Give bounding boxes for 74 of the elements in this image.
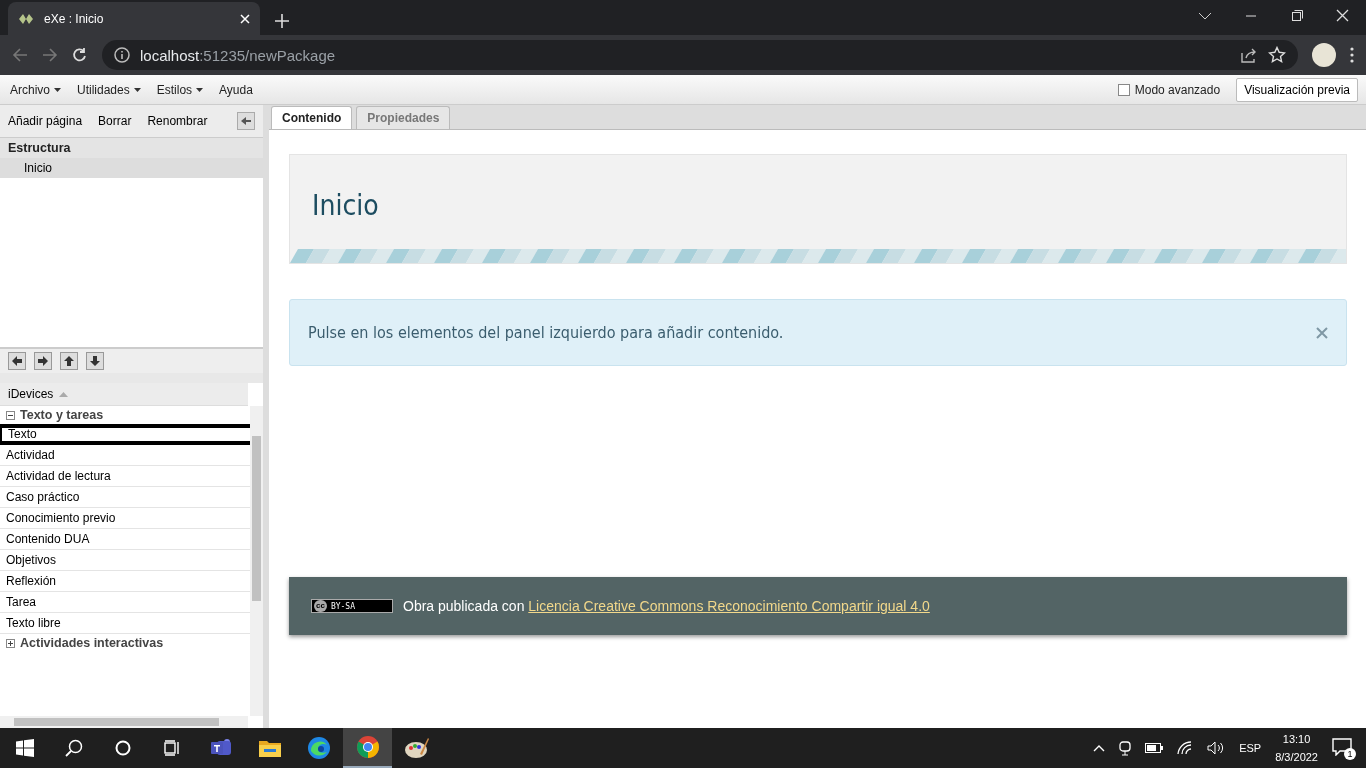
page-title: Inicio <box>312 188 379 222</box>
share-icon[interactable] <box>1240 47 1258 63</box>
menu-icon[interactable] <box>1350 47 1354 63</box>
search-icon[interactable] <box>64 739 83 757</box>
new-tab-icon[interactable] <box>274 13 290 29</box>
idevice-item[interactable]: Actividad de lectura <box>0 466 250 487</box>
idevice-item[interactable]: Tarea <box>0 592 250 613</box>
edge-icon[interactable] <box>306 736 331 760</box>
toolbar-button[interactable]: Renombrar <box>147 114 208 128</box>
browser-tab[interactable]: eXe : Inicio <box>8 2 260 35</box>
idevice-item[interactable]: Reflexión <box>0 571 250 592</box>
language-indicator[interactable]: ESP <box>1239 742 1262 754</box>
footer-text: Obra publicada con Licencia Creative Commons Reconocimiento Compartir igual 4.0 <box>403 598 930 614</box>
menu-item[interactable]: Archivo <box>10 82 50 97</box>
move-down-icon[interactable] <box>86 352 104 370</box>
tab-favicon-icon <box>18 12 34 25</box>
idevice-item[interactable]: Caso práctico <box>0 487 250 508</box>
menu-item[interactable]: Utilidades <box>77 82 130 97</box>
toolbar-button[interactable]: Borrar <box>98 114 132 128</box>
group-label[interactable]: Texto y tareas <box>20 408 104 422</box>
move-left-icon[interactable] <box>8 352 26 370</box>
cortana-icon[interactable] <box>114 740 131 756</box>
column-header[interactable]: iDevices <box>8 387 54 401</box>
volume-icon[interactable] <box>1207 741 1226 755</box>
star-icon[interactable] <box>1268 46 1286 64</box>
battery-icon[interactable] <box>1145 743 1164 753</box>
chevron-up-icon[interactable] <box>1093 744 1106 752</box>
checkbox[interactable] <box>1117 83 1130 96</box>
idevice-item[interactable]: Contenido DUA <box>0 529 250 550</box>
caret-icon[interactable] <box>54 87 61 92</box>
preview-button[interactable]: Visualización previa <box>1236 77 1358 102</box>
palette-icon[interactable] <box>403 736 430 760</box>
checkbox-label: Modo avanzado <box>1134 82 1221 97</box>
idevice-item[interactable]: Objetivos <box>0 550 250 571</box>
menu-item[interactable]: Estilos <box>156 82 193 97</box>
group-label[interactable]: Actividades interactivas <box>20 636 164 650</box>
idevice-item[interactable]: Conocimiento previo <box>0 508 250 529</box>
menu-item[interactable]: Ayuda <box>219 82 253 97</box>
tab[interactable]: Contenido <box>271 106 353 129</box>
forward-icon[interactable] <box>42 47 58 63</box>
wifi-icon[interactable] <box>1177 741 1194 755</box>
license-badge[interactable]: cc BY-SA <box>311 599 393 613</box>
info-icon[interactable] <box>114 47 130 63</box>
notification-count: 1 <box>1344 748 1356 760</box>
idevice-item[interactable]: Texto <box>0 424 250 445</box>
license-link[interactable]: Licencia Creative Commons Reconocimiento Compartir igual 4.0 <box>528 598 930 614</box>
chrome-icon[interactable] <box>355 735 380 759</box>
profile-avatar[interactable] <box>1312 43 1336 67</box>
start-icon[interactable] <box>15 739 34 757</box>
scrollbar[interactable] <box>250 406 263 716</box>
clock-time[interactable]: 13:10 <box>1275 730 1318 748</box>
toolbar-button[interactable]: Añadir página <box>8 114 83 128</box>
tab[interactable]: Propiedades <box>356 106 451 129</box>
move-up-icon[interactable] <box>60 352 78 370</box>
task-view-icon[interactable] <box>162 740 181 756</box>
collapse-icon[interactable] <box>237 112 255 130</box>
address-bar[interactable]: localhost:51235/newPackage <box>102 40 1298 70</box>
back-icon[interactable] <box>12 47 28 63</box>
panel-header: Estructura <box>0 138 263 158</box>
reload-icon[interactable] <box>72 47 88 63</box>
caret-icon[interactable] <box>133 87 141 92</box>
notification-icon[interactable] <box>1332 738 1352 756</box>
idevice-item[interactable]: Texto libre <box>0 613 250 634</box>
caret-icon[interactable] <box>196 87 204 92</box>
alert-text: Pulse en los elementos del panel izquierdo para añadir contenido. <box>308 323 785 342</box>
idevice-item[interactable]: Actividad <box>0 445 250 466</box>
folder-icon[interactable] <box>257 738 282 758</box>
collapse-icon[interactable] <box>6 410 15 420</box>
clock-date[interactable]: 8/3/2022 <box>1275 748 1318 766</box>
move-right-icon[interactable] <box>34 352 52 370</box>
tree-item[interactable]: Inicio <box>0 158 263 178</box>
scrollbar[interactable] <box>0 716 248 728</box>
expand-icon[interactable] <box>6 638 15 648</box>
webcam-icon[interactable] <box>1119 740 1132 756</box>
